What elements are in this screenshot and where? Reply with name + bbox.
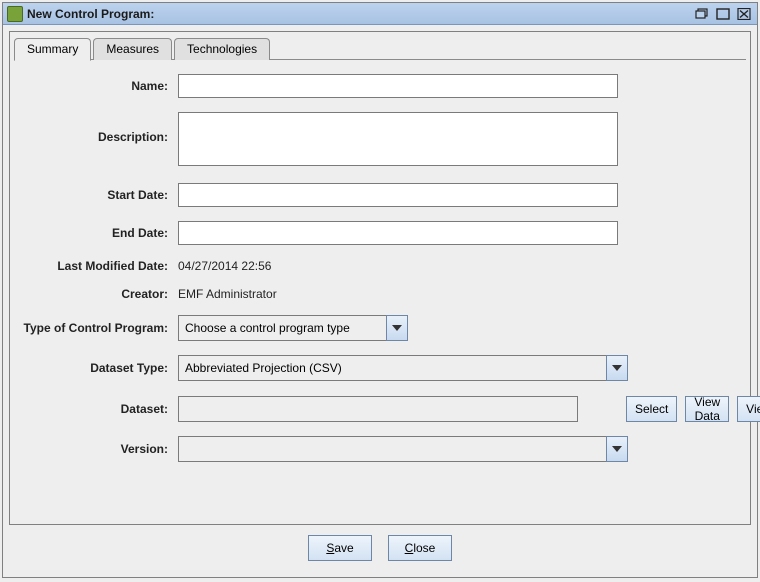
description-textarea[interactable] xyxy=(178,112,618,166)
summary-tab-body: Name: Description: Start Date: xyxy=(10,60,750,524)
save-button[interactable]: Save xyxy=(308,535,372,561)
creator-value: EMF Administrator xyxy=(178,287,760,301)
maximize-icon[interactable] xyxy=(714,6,732,21)
label-creator: Creator: xyxy=(20,287,170,301)
restore-icon[interactable] xyxy=(693,6,711,21)
label-type: Type of Control Program: xyxy=(20,321,170,335)
tab-summary[interactable]: Summary xyxy=(14,38,91,61)
button-bar: Save Close xyxy=(9,525,751,571)
chevron-down-icon[interactable] xyxy=(606,436,628,462)
content-area: Summary Measures Technologies Name: Desc… xyxy=(3,25,757,577)
end-date-input[interactable] xyxy=(178,221,618,245)
select-button[interactable]: Select xyxy=(626,396,677,422)
titlebar: New Control Program: xyxy=(3,3,757,25)
label-description: Description: xyxy=(20,112,170,144)
window-title: New Control Program: xyxy=(27,7,154,21)
dataset-type-combo[interactable]: Abbreviated Projection (CSV) xyxy=(178,355,628,381)
version-combo[interactable] xyxy=(178,436,628,462)
view-data-button[interactable]: View Data xyxy=(685,396,729,422)
start-date-input[interactable] xyxy=(178,183,618,207)
dataset-field xyxy=(178,396,578,422)
view-button[interactable]: View xyxy=(737,396,760,422)
close-button[interactable]: Close xyxy=(388,535,452,561)
name-input[interactable] xyxy=(178,74,618,98)
label-dataset-type: Dataset Type: xyxy=(20,361,170,375)
label-last-modified: Last Modified Date: xyxy=(20,259,170,273)
tab-row: Summary Measures Technologies xyxy=(10,32,750,60)
main-panel: Summary Measures Technologies Name: Desc… xyxy=(9,31,751,525)
type-combo-text: Choose a control program type xyxy=(178,315,386,341)
tab-technologies[interactable]: Technologies xyxy=(174,38,270,60)
version-combo-text xyxy=(178,436,606,462)
label-end-date: End Date: xyxy=(20,226,170,240)
label-start-date: Start Date: xyxy=(20,188,170,202)
label-version: Version: xyxy=(20,442,170,456)
form-grid: Name: Description: Start Date: xyxy=(20,74,740,462)
chevron-down-icon[interactable] xyxy=(386,315,408,341)
dataset-type-combo-text: Abbreviated Projection (CSV) xyxy=(178,355,606,381)
type-combo[interactable]: Choose a control program type xyxy=(178,315,408,341)
tab-measures[interactable]: Measures xyxy=(93,38,172,60)
label-name: Name: xyxy=(20,79,170,93)
last-modified-value: 04/27/2014 22:56 xyxy=(178,259,760,273)
close-icon[interactable] xyxy=(735,6,753,21)
chevron-down-icon[interactable] xyxy=(606,355,628,381)
window-frame: New Control Program: Summary Measures Te… xyxy=(2,2,758,578)
label-dataset: Dataset: xyxy=(20,402,170,416)
app-icon xyxy=(7,6,23,22)
